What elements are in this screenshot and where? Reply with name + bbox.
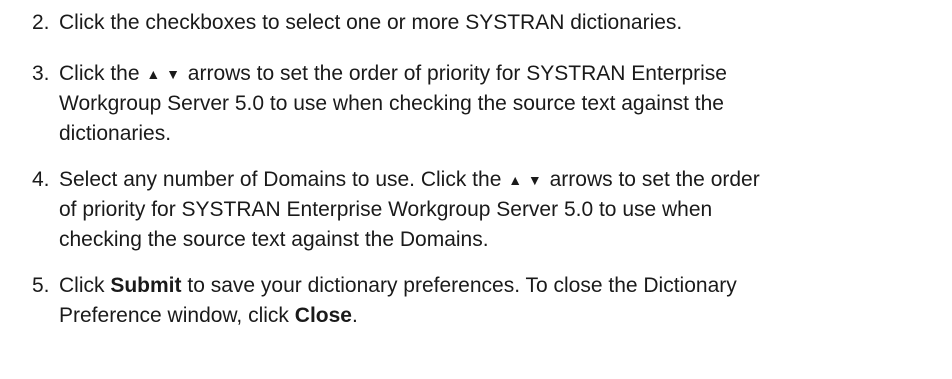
step-line: dictionaries. <box>59 122 172 145</box>
step-line-text: arrows to set the order <box>549 168 760 191</box>
close-label: Close <box>294 304 352 327</box>
step-line-text: arrows to set the order of priority for … <box>187 62 727 85</box>
step-line: Workgroup Server 5.0 to use when checkin… <box>59 92 724 115</box>
triangle-up-icon: ▲ <box>508 172 523 188</box>
triangle-down-icon: ▼ <box>166 66 180 82</box>
step-line-text: to save your dictionary preferences. To … <box>187 274 737 297</box>
step-line-text: Select any number of Domains to use. Cli… <box>59 168 502 191</box>
step-text: Click Submit to save your dictionary pre… <box>59 271 952 331</box>
step-number: 2. <box>32 11 50 34</box>
sort-arrows: ▲ ▼ <box>146 59 180 89</box>
step-text: Select any number of Domains to use. Cli… <box>59 165 952 255</box>
step-line: Click Submit to save your dictionary pre… <box>59 271 952 301</box>
step-line-text: Click <box>59 274 105 297</box>
step-line: Click the checkboxes to select one or mo… <box>59 11 683 34</box>
step-line: Click the ▲ ▼ arrows to set the order of… <box>59 59 952 89</box>
step-line: Select any number of Domains to use. Cli… <box>59 165 952 195</box>
step-number: 4. <box>32 168 50 191</box>
step-line-text: . <box>351 304 358 327</box>
step-text: Click the ▲ ▼ arrows to set the order of… <box>59 59 952 149</box>
sort-arrows: ▲ ▼ <box>508 165 542 195</box>
step-text: Click the checkboxes to select one or mo… <box>59 8 952 38</box>
step-line: of priority for SYSTRAN Enterprise Workg… <box>59 198 713 221</box>
step-number: 5. <box>32 274 50 297</box>
step-line-text: Preference window, click <box>59 304 289 327</box>
step-line: checking the source text against the Dom… <box>59 228 489 251</box>
step-number: 3. <box>32 62 50 85</box>
step-line: Preference window, click Close. <box>59 301 952 331</box>
triangle-down-icon: ▼ <box>527 172 542 188</box>
submit-label: Submit <box>110 274 182 297</box>
triangle-up-icon: ▲ <box>146 66 161 82</box>
step-line-text: Click the <box>59 62 140 85</box>
